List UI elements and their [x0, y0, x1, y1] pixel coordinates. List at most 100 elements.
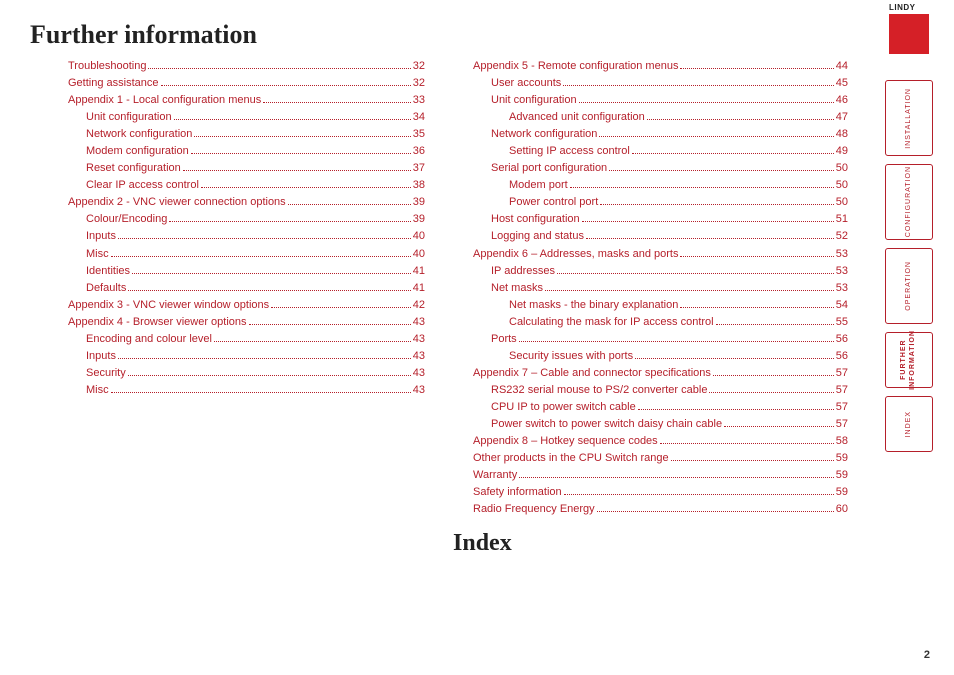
- toc-entry[interactable]: Power control port 50: [453, 194, 848, 211]
- toc-entry[interactable]: Net masks - the binary explanation 54: [453, 297, 848, 314]
- toc-entry[interactable]: Modem port 50: [453, 177, 848, 194]
- toc-entry[interactable]: Appendix 2 - VNC viewer connection optio…: [30, 194, 425, 211]
- toc-entry[interactable]: Getting assistance 32: [30, 75, 425, 92]
- nav-tab-installation[interactable]: INSTALLATION: [885, 80, 933, 156]
- toc-entry-page: 47: [836, 109, 848, 126]
- toc-entry[interactable]: Inputs 40: [30, 228, 425, 245]
- toc-entry-page: 53: [836, 246, 848, 263]
- toc-entry-label: Getting assistance: [68, 75, 159, 92]
- nav-tab-label: OPERATION: [905, 261, 914, 311]
- toc-entry[interactable]: Setting IP access control 49: [453, 143, 848, 160]
- toc-entry-page: 35: [413, 126, 425, 143]
- toc-entry-label: Inputs: [86, 228, 116, 245]
- toc-entry[interactable]: Identities 41: [30, 263, 425, 280]
- toc-leader-dots: [194, 136, 410, 137]
- toc-entry[interactable]: Network configuration 35: [30, 126, 425, 143]
- toc-entry-label: Safety information: [473, 484, 562, 501]
- toc-leader-dots: [557, 273, 834, 274]
- toc-entry-page: 55: [836, 314, 848, 331]
- toc-entry-page: 43: [413, 331, 425, 348]
- toc-entry[interactable]: Other products in the CPU Switch range 5…: [453, 450, 848, 467]
- toc-entry[interactable]: Appendix 1 - Local configuration menus 3…: [30, 92, 425, 109]
- toc-entry[interactable]: Appendix 4 - Browser viewer options 43: [30, 314, 425, 331]
- toc-entry-page: 36: [413, 143, 425, 160]
- toc-entry[interactable]: Appendix 6 – Addresses, masks and ports …: [453, 246, 848, 263]
- toc-leader-dots: [271, 307, 411, 308]
- toc-entry-label: Troubleshooting: [68, 58, 146, 75]
- toc-entry-page: 57: [836, 382, 848, 399]
- toc-entry-label: Inputs: [86, 348, 116, 365]
- toc-leader-dots: [128, 290, 410, 291]
- toc-entry-label: Appendix 8 – Hotkey sequence codes: [473, 433, 658, 450]
- toc-entry[interactable]: Safety information 59: [453, 484, 848, 501]
- toc-entry[interactable]: Clear IP access control 38: [30, 177, 425, 194]
- toc-leader-dots: [111, 256, 411, 257]
- toc-entry[interactable]: Radio Frequency Energy 60: [453, 501, 848, 518]
- toc-leader-dots: [183, 170, 411, 171]
- toc-entry[interactable]: CPU IP to power switch cable 57: [453, 399, 848, 416]
- toc-entry[interactable]: Security 43: [30, 365, 425, 382]
- toc-entry[interactable]: Appendix 7 – Cable and connector specifi…: [453, 365, 848, 382]
- toc-entry[interactable]: Network configuration 48: [453, 126, 848, 143]
- toc-entry[interactable]: Host configuration 51: [453, 211, 848, 228]
- toc-entry-page: 53: [836, 280, 848, 297]
- toc-entry[interactable]: Troubleshooting 32: [30, 58, 425, 75]
- toc-entry[interactable]: Defaults 41: [30, 280, 425, 297]
- toc-entry-label: Security issues with ports: [509, 348, 633, 365]
- toc-entry[interactable]: Modem configuration 36: [30, 143, 425, 160]
- toc-entry-page: 33: [413, 92, 425, 109]
- toc-entry-label: Appendix 4 - Browser viewer options: [68, 314, 247, 331]
- toc-entry[interactable]: Inputs 43: [30, 348, 425, 365]
- toc-entry[interactable]: Net masks 53: [453, 280, 848, 297]
- toc-entry-page: 48: [836, 126, 848, 143]
- toc-entry[interactable]: Reset configuration 37: [30, 160, 425, 177]
- sidebar: LINDY INSTALLATIONCONFIGURATIONOPERATION…: [882, 14, 936, 460]
- toc-entry-page: 54: [836, 297, 848, 314]
- toc-entry-label: Reset configuration: [86, 160, 181, 177]
- toc-entry[interactable]: Encoding and colour level 43: [30, 331, 425, 348]
- toc-entry[interactable]: Appendix 8 – Hotkey sequence codes 58: [453, 433, 848, 450]
- toc-entry[interactable]: IP addresses 53: [453, 263, 848, 280]
- toc-entry-page: 40: [413, 246, 425, 263]
- toc-entry-page: 57: [836, 416, 848, 433]
- toc-entry-label: Appendix 5 - Remote configuration menus: [473, 58, 678, 75]
- toc-entry-page: 38: [413, 177, 425, 194]
- toc-entry[interactable]: Unit configuration 34: [30, 109, 425, 126]
- toc-entry-page: 41: [413, 280, 425, 297]
- toc-entry-page: 58: [836, 433, 848, 450]
- toc-entry-page: 39: [413, 194, 425, 211]
- toc-entry[interactable]: Appendix 5 - Remote configuration menus …: [453, 58, 848, 75]
- toc-entry-page: 32: [413, 58, 425, 75]
- toc-entry[interactable]: Colour/Encoding 39: [30, 211, 425, 228]
- toc-leader-dots: [148, 68, 410, 69]
- toc-entry[interactable]: Misc 43: [30, 382, 425, 399]
- toc-entry-label: Appendix 2 - VNC viewer connection optio…: [68, 194, 286, 211]
- toc-entry[interactable]: Ports 56: [453, 331, 848, 348]
- toc-entry[interactable]: Logging and status 52: [453, 228, 848, 245]
- nav-tab-label: CONFIGURATION: [905, 166, 914, 237]
- toc-leader-dots: [600, 204, 833, 205]
- toc-entry[interactable]: Misc 40: [30, 246, 425, 263]
- nav-tab-index[interactable]: INDEX: [885, 396, 933, 452]
- toc-entry[interactable]: User accounts 45: [453, 75, 848, 92]
- toc-leader-dots: [671, 460, 834, 461]
- toc-entry[interactable]: RS232 serial mouse to PS/2 converter cab…: [453, 382, 848, 399]
- nav-tab-label: INSTALLATION: [905, 88, 914, 149]
- toc-leader-dots: [263, 102, 411, 103]
- toc-entry-label: Security: [86, 365, 126, 382]
- toc-entry[interactable]: Serial port configuration 50: [453, 160, 848, 177]
- nav-tab-configuration[interactable]: CONFIGURATION: [885, 164, 933, 240]
- toc-columns: Troubleshooting 32Getting assistance 32A…: [30, 58, 954, 557]
- toc-entry[interactable]: Appendix 3 - VNC viewer window options 4…: [30, 297, 425, 314]
- toc-entry[interactable]: Power switch to power switch daisy chain…: [453, 416, 848, 433]
- toc-entry[interactable]: Advanced unit configuration 47: [453, 109, 848, 126]
- toc-leader-dots: [713, 375, 834, 376]
- toc-entry-page: 43: [413, 365, 425, 382]
- nav-tab-further-information[interactable]: FURTHER INFORMATION: [885, 332, 933, 388]
- nav-tab-operation[interactable]: OPERATION: [885, 248, 933, 324]
- toc-entry[interactable]: Security issues with ports 56: [453, 348, 848, 365]
- toc-entry-page: 56: [836, 348, 848, 365]
- toc-entry[interactable]: Calculating the mask for IP access contr…: [453, 314, 848, 331]
- toc-entry[interactable]: Warranty 59: [453, 467, 848, 484]
- toc-entry[interactable]: Unit configuration 46: [453, 92, 848, 109]
